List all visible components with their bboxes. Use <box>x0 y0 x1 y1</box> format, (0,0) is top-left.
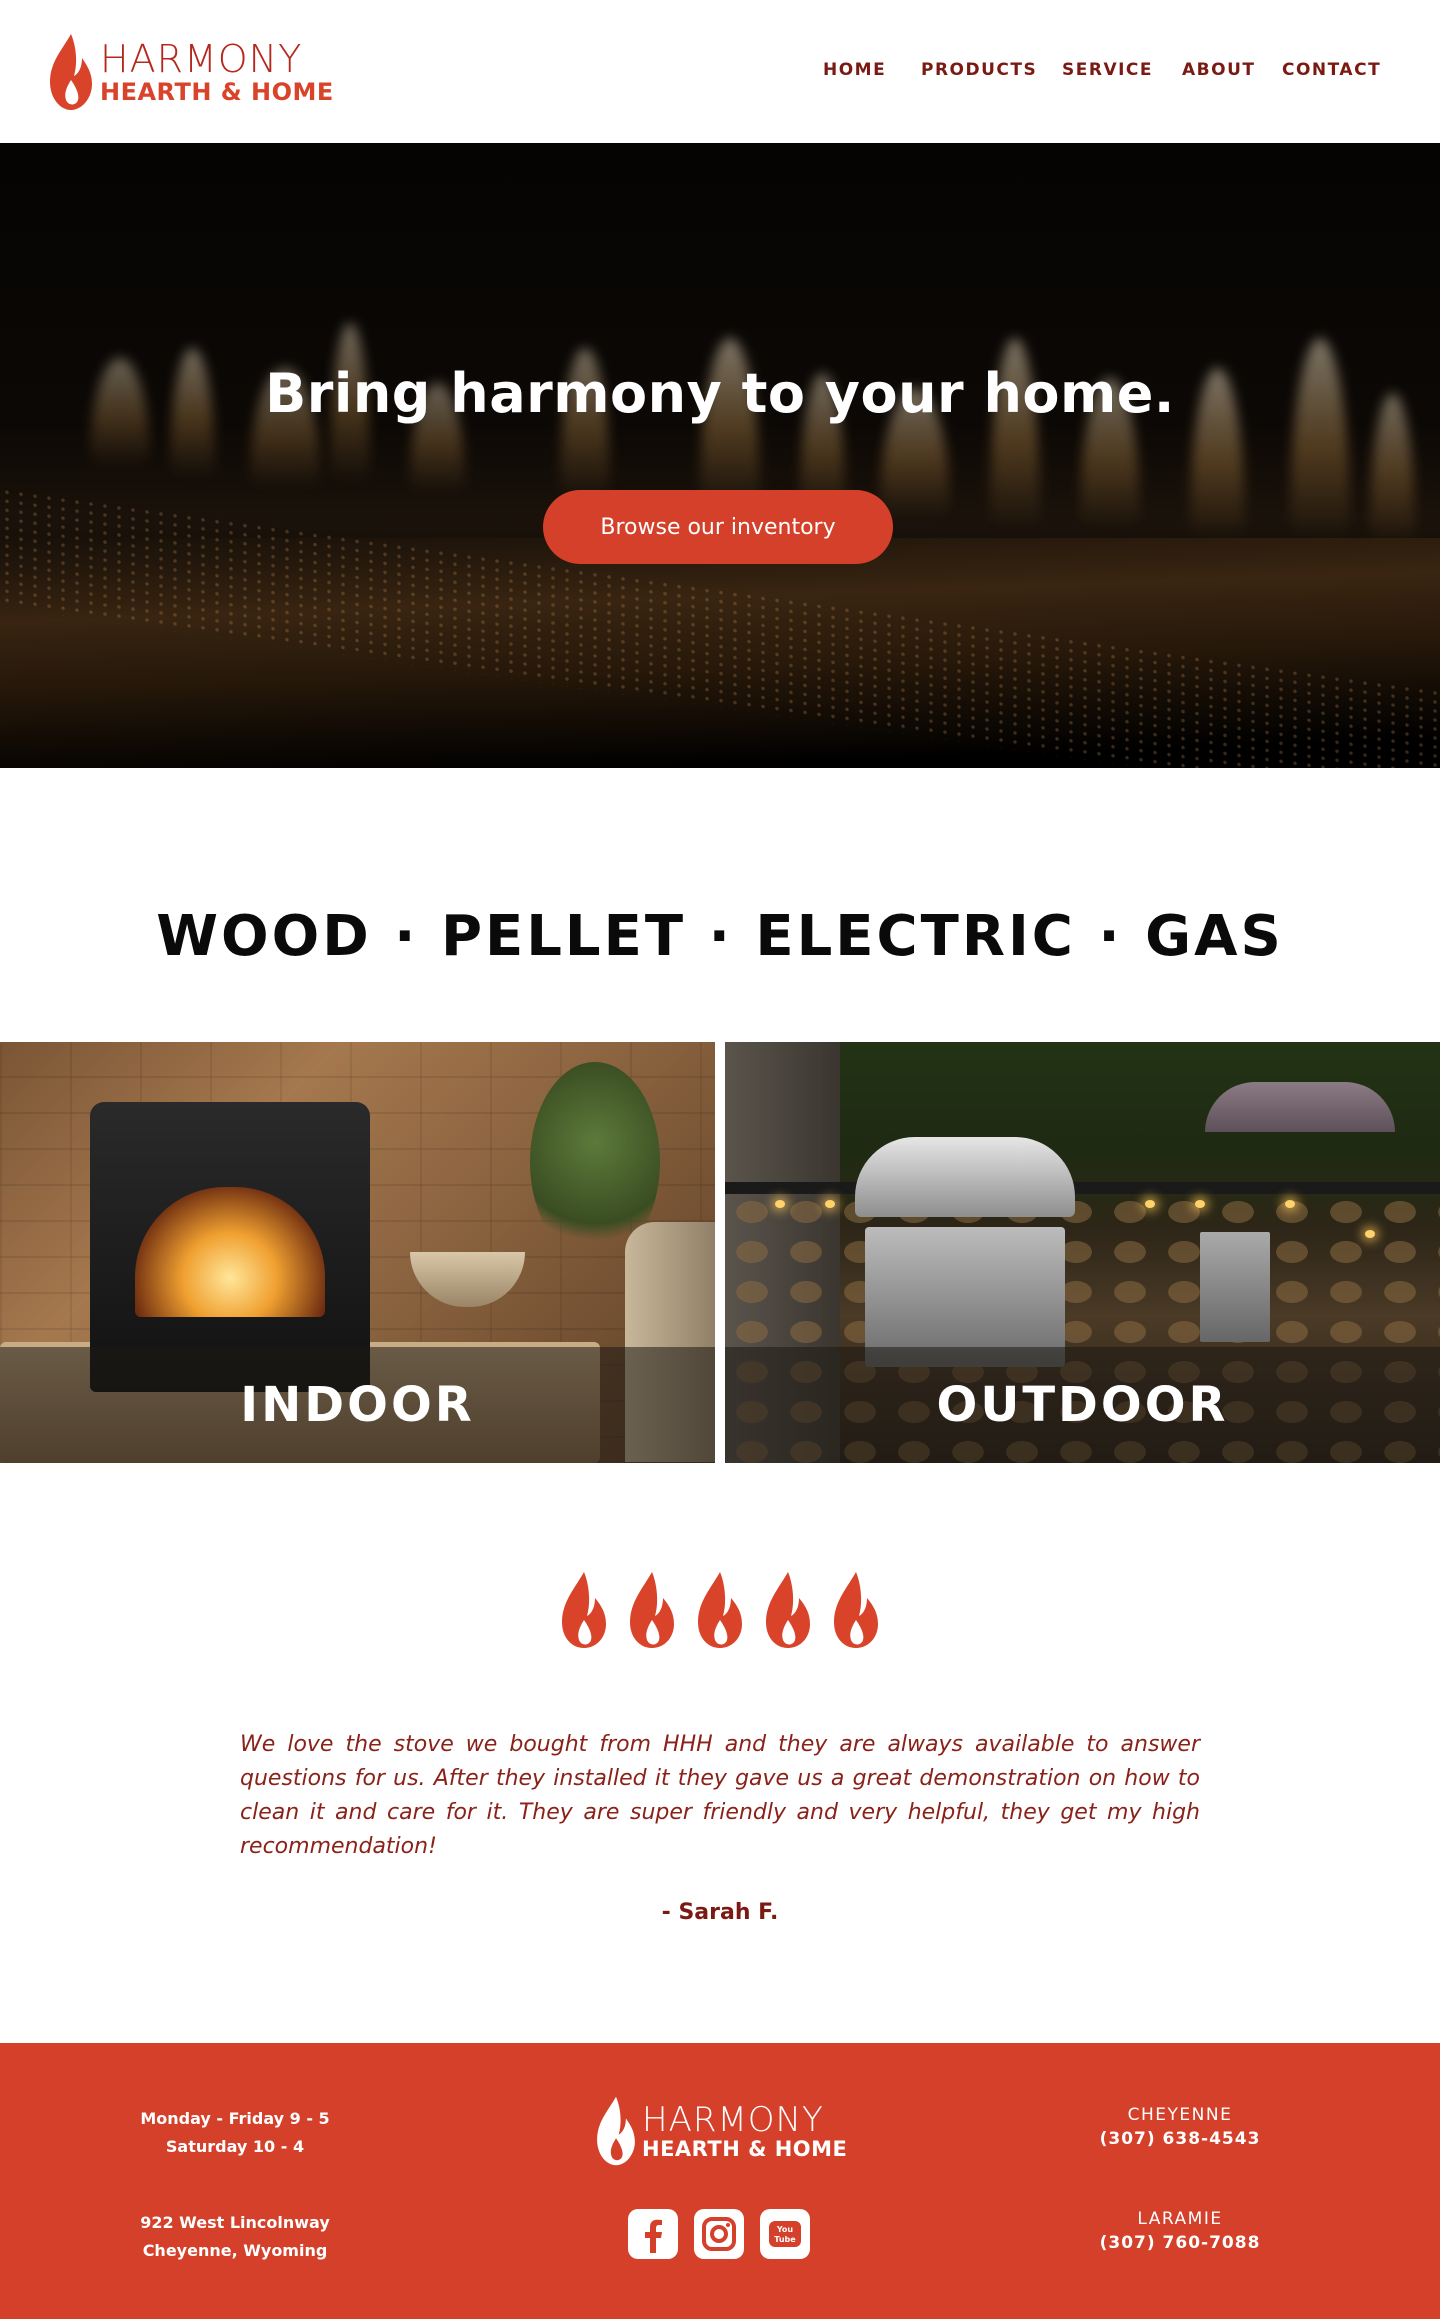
footer-logo-line1: HARMONY <box>642 2099 824 2140</box>
flame-icon <box>630 1572 674 1648</box>
location-phone[interactable]: (307) 638-4543 <box>1080 2129 1280 2149</box>
location-city: CHEYENNE <box>1127 2105 1233 2125</box>
category-tiles: INDOOR OUTDOOR <box>0 1042 1440 1463</box>
footer-logo-wordmark: HARMONY HEARTH & HOME <box>642 2103 847 2160</box>
site-footer: Monday - Friday 9 - 5 Saturday 10 - 4 92… <box>0 2043 1440 2319</box>
social-links: You Tube <box>628 2209 810 2259</box>
indoor-tile[interactable]: INDOOR <box>0 1042 715 1463</box>
testimonial-author: - Sarah F. <box>661 1900 779 1925</box>
store-address: 922 West Lincolnway Cheyenne, Wyoming <box>120 2209 350 2265</box>
hero-title: Bring harmony to your home. <box>265 362 1175 425</box>
nav-about[interactable]: ABOUT <box>1182 60 1255 80</box>
nav-service[interactable]: SERVICE <box>1062 60 1153 80</box>
flame-icon <box>834 1572 878 1648</box>
flame-icon <box>698 1572 742 1648</box>
site-header: HARMONY HEARTH & HOME HOME PRODUCTS SERV… <box>0 0 1440 143</box>
youtube-icon: YouTube <box>769 2221 801 2247</box>
hours-weekday: Monday - Friday 9 - 5 <box>140 2109 330 2128</box>
main-nav: HOME PRODUCTS SERVICE ABOUT CONTACT <box>0 60 1440 84</box>
address-street: 922 West Lincolnway <box>140 2213 330 2232</box>
hero-banner: Bring harmony to your home. Browse our i… <box>0 143 1440 768</box>
hours-saturday: Saturday 10 - 4 <box>165 2137 305 2156</box>
youtube-link[interactable]: You Tube <box>760 2209 810 2259</box>
address-city: Cheyenne, Wyoming <box>142 2241 328 2260</box>
svg-text:You: You <box>776 2225 794 2234</box>
instagram-link[interactable] <box>694 2209 744 2259</box>
nav-home[interactable]: HOME <box>823 60 886 80</box>
location-laramie: LARAMIE (307) 760-7088 <box>1080 2209 1280 2253</box>
outdoor-tile[interactable]: OUTDOOR <box>725 1042 1440 1463</box>
location-cheyenne: CHEYENNE (307) 638-4543 <box>1080 2105 1280 2149</box>
instagram-icon <box>702 2217 736 2251</box>
flame-icon <box>766 1572 810 1648</box>
facebook-link[interactable] <box>628 2209 678 2259</box>
indoor-label: INDOOR <box>240 1377 475 1433</box>
outdoor-label: OUTDOOR <box>936 1377 1229 1433</box>
footer-logo[interactable]: HARMONY HEARTH & HOME <box>594 2095 847 2167</box>
svg-text:Tube: Tube <box>774 2235 796 2244</box>
fuel-types-heading: WOOD · PELLET · ELECTRIC · GAS <box>156 904 1284 969</box>
location-city: LARAMIE <box>1137 2209 1223 2229</box>
nav-contact[interactable]: CONTACT <box>1282 60 1381 80</box>
store-hours: Monday - Friday 9 - 5 Saturday 10 - 4 <box>120 2105 350 2161</box>
nav-products[interactable]: PRODUCTS <box>921 60 1037 80</box>
flame-icon <box>562 1572 606 1648</box>
facebook-icon <box>645 2219 662 2253</box>
footer-logo-line2: HEARTH & HOME <box>642 2136 848 2161</box>
flame-logo-icon <box>597 2096 635 2166</box>
rating-flames <box>0 1570 1440 1650</box>
testimonial-quote: We love the stove we bought from HHH and… <box>240 1732 1200 1859</box>
location-phone[interactable]: (307) 760-7088 <box>1080 2233 1280 2253</box>
browse-inventory-button[interactable]: Browse our inventory <box>543 490 893 564</box>
